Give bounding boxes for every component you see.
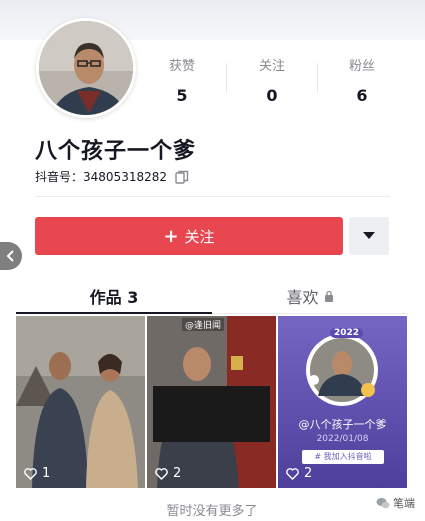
wechat-brand-icon: [376, 498, 390, 509]
stat-value: 5: [176, 86, 188, 105]
chevron-left-icon: [6, 250, 14, 262]
stat-divider: [317, 63, 318, 93]
brand-watermark: 笔端: [376, 495, 415, 511]
video-thumbnail[interactable]: @逢旧闻 七个儿一个 女儿的父亲 2: [147, 316, 276, 488]
stat-label: 获赞: [168, 59, 195, 74]
dropdown-arrow-icon: [363, 232, 375, 239]
tab-likes-label: 喜欢: [286, 288, 319, 307]
stat-label: 粉丝: [348, 59, 375, 74]
video-grid: 1 @逢旧闻 七个儿一个 女儿的父亲 2 2022 @八个孩子一个爹 2022/…: [16, 316, 408, 488]
stat-divider: [226, 63, 227, 93]
heart-icon: [286, 467, 299, 480]
like-count: 2: [286, 466, 312, 481]
active-tab-indicator: [16, 312, 212, 314]
stats-bar: 获赞 5 关注 0 粉丝 6: [140, 55, 402, 105]
follow-button[interactable]: + 关注: [35, 217, 343, 255]
video-thumbnail[interactable]: 1: [16, 316, 145, 488]
like-count-value: 1: [42, 466, 51, 481]
avatar-image: [39, 21, 133, 115]
stat-label: 关注: [258, 59, 285, 74]
stat-value: 6: [356, 86, 368, 105]
heart-icon: [24, 467, 37, 480]
like-count-value: 2: [173, 466, 182, 481]
more-options-button[interactable]: [349, 217, 389, 255]
video-caption-name: @八个孩子一个爹: [298, 418, 387, 431]
tab-likes[interactable]: 喜欢: [212, 278, 408, 314]
back-handle[interactable]: [0, 242, 22, 270]
stat-value: 0: [266, 86, 278, 105]
tab-works[interactable]: 作品 3: [16, 278, 212, 314]
like-count: 2: [155, 466, 181, 481]
follow-button-label: 关注: [184, 227, 215, 246]
like-count: 1: [24, 466, 50, 481]
content-tabs: 作品 3 喜欢: [16, 278, 408, 314]
tab-works-label: 作品 3: [89, 288, 139, 307]
video-caption-line: 女儿的父亲: [153, 412, 270, 442]
hashtag-badge: # 我加入抖音啦: [302, 450, 384, 464]
heart-icon: [155, 467, 168, 480]
like-count-value: 2: [304, 466, 313, 481]
video-watermark: @逢旧闻: [182, 318, 225, 331]
video-thumbnail-image: [16, 316, 145, 488]
divider: [35, 196, 390, 197]
plus-icon: +: [163, 225, 179, 247]
year-badge: 2022: [330, 328, 364, 338]
no-more-content-text: 暂时没有更多了: [166, 504, 258, 519]
video-thumbnail[interactable]: 2022 @八个孩子一个爹 2022/01/08 # 我加入抖音啦 2: [278, 316, 407, 488]
avatar[interactable]: [36, 18, 136, 118]
account-id-value: 34805318282: [83, 169, 167, 184]
stat-likes[interactable]: 获赞 5: [142, 55, 222, 105]
profile-nickname: 八个孩子一个爹: [35, 139, 197, 164]
stat-following[interactable]: 关注 0: [232, 55, 312, 105]
copy-icon[interactable]: [175, 170, 189, 184]
lock-icon: [324, 290, 333, 302]
stat-followers[interactable]: 粉丝 6: [322, 55, 402, 105]
account-id-row: 抖音号： 34805318282: [35, 168, 189, 185]
video-caption-date: 2022/01/08: [316, 434, 369, 444]
account-id-label: 抖音号：: [35, 170, 84, 184]
brand-name: 笔端: [393, 497, 415, 510]
